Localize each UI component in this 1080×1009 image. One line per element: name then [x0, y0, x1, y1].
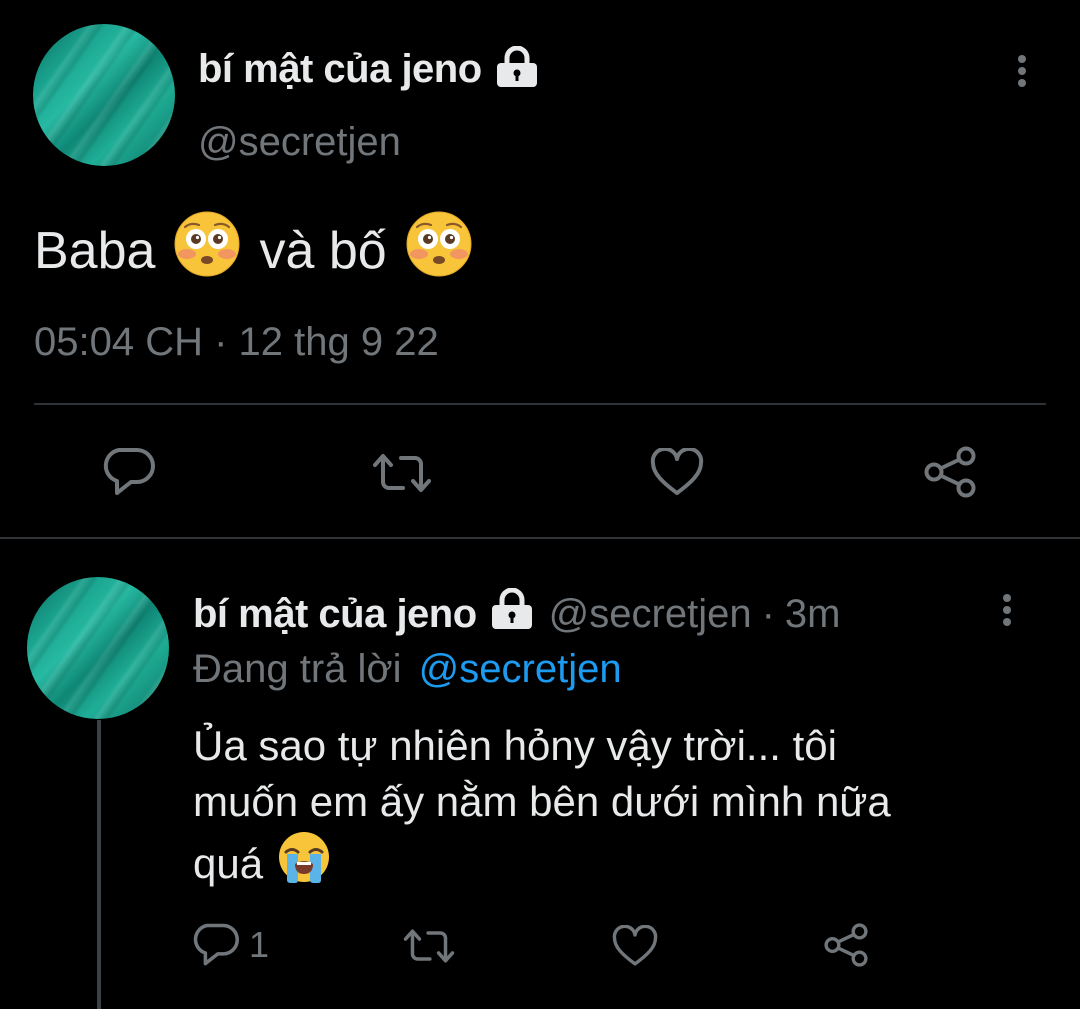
reply-text-line2: muốn em ấy nằm bên dưới mình nữa — [193, 778, 891, 825]
tweet-text-part2: và bố — [259, 221, 387, 280]
more-vertical-icon[interactable] — [996, 593, 1018, 632]
share-icon[interactable] — [923, 446, 977, 498]
handle[interactable]: @secretjen — [549, 592, 752, 637]
divider — [34, 403, 1046, 405]
replying-label: Đang trả lời — [193, 647, 402, 691]
display-name[interactable]: bí mật của jeno — [198, 47, 482, 92]
reply-text-line3: quá — [193, 840, 264, 887]
thread-line — [97, 720, 101, 1009]
lock-icon — [494, 45, 540, 93]
time-ago[interactable]: 3m — [785, 592, 841, 637]
more-vertical-icon[interactable] — [1011, 54, 1033, 93]
avatar[interactable] — [33, 24, 175, 166]
heart-icon[interactable] — [650, 448, 704, 496]
tweet-text-part1: Baba — [34, 221, 156, 280]
flushed-face-icon — [405, 210, 473, 291]
reply-text-line3-row: quá — [193, 830, 1053, 898]
replying-to-row: Đang trả lời @secretjen — [193, 647, 622, 692]
heart-icon[interactable] — [612, 925, 658, 967]
section-divider — [0, 537, 1080, 539]
lock-icon — [489, 587, 535, 640]
reply-text-line1: Ủa sao tự nhiên hỏny vậy trời... tôi — [193, 722, 837, 769]
reply-button[interactable]: 1 — [193, 922, 269, 968]
reply-icon[interactable] — [103, 446, 155, 498]
flushed-face-icon — [173, 210, 241, 291]
reply-count: 1 — [249, 924, 270, 965]
timestamp[interactable]: 05:04 CH · 12 thg 9 22 — [34, 320, 439, 365]
tweet-text: Baba và bố — [34, 210, 473, 291]
retweet-icon[interactable] — [402, 926, 456, 966]
replying-to-mention[interactable]: @secretjen — [419, 647, 622, 691]
loudly-crying-face-icon — [277, 830, 331, 898]
reply-text: Ủa sao tự nhiên hỏny vậy trời... tôi muố… — [193, 718, 1053, 898]
reply-header: bí mật của jeno @secretjen · 3m — [193, 587, 841, 640]
reply-icon[interactable] — [193, 922, 239, 968]
handle[interactable]: @secretjen — [198, 120, 401, 165]
retweet-icon[interactable] — [371, 450, 433, 496]
avatar[interactable] — [27, 577, 169, 719]
display-name-row: bí mật của jeno — [198, 45, 540, 93]
display-name[interactable]: bí mật của jeno — [193, 592, 477, 637]
separator: · — [761, 591, 775, 636]
share-icon[interactable] — [823, 923, 869, 967]
